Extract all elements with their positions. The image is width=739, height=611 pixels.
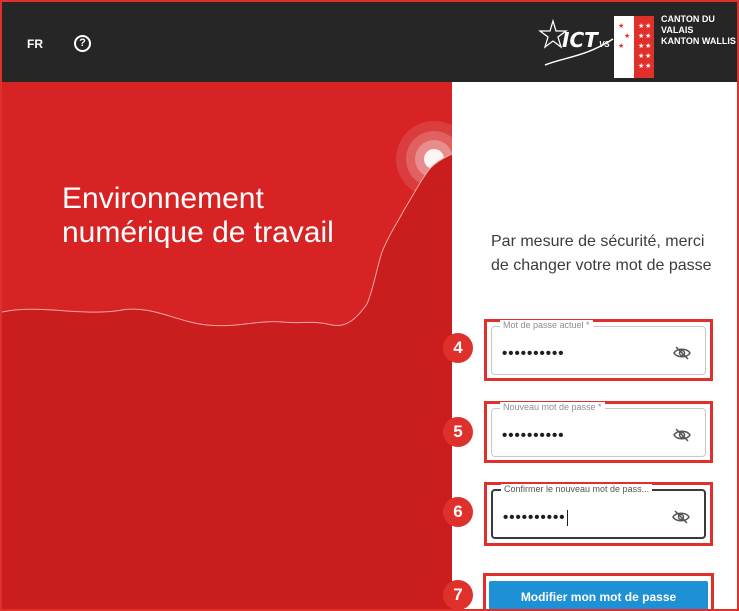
hero-title: Environnement numérique de travail (62, 182, 334, 250)
svg-text:★: ★ (645, 22, 651, 30)
svg-text:★: ★ (624, 32, 630, 40)
step-badge-4: 4 (443, 333, 473, 363)
language-selector[interactable]: FR (27, 37, 43, 51)
new-password-label: Nouveau mot de passe * (500, 402, 605, 412)
svg-text:★: ★ (638, 62, 644, 70)
svg-text:★: ★ (645, 62, 651, 70)
mountain-sun-illustration (2, 121, 452, 609)
confirm-password-dots: •••••••••• (503, 509, 566, 526)
confirm-password-value[interactable]: •••••••••• (503, 509, 568, 527)
text-caret (566, 510, 568, 527)
new-password-field[interactable]: Nouveau mot de passe * •••••••••• (491, 402, 706, 457)
step-badge-7: 7 (443, 580, 473, 609)
svg-text:★: ★ (638, 52, 644, 60)
svg-text:★: ★ (638, 22, 644, 30)
form-intro-text: Par mesure de sécurité, merci de changer… (491, 233, 712, 274)
svg-text:★: ★ (645, 42, 651, 50)
change-password-button[interactable]: Modifier mon mot de passe (489, 581, 708, 609)
svg-text:★: ★ (618, 22, 624, 30)
svg-text:★: ★ (638, 32, 644, 40)
confirm-password-field[interactable]: Confirmer le nouveau mot de pass... ••••… (491, 484, 706, 539)
ict-logo-sub: VS (599, 40, 610, 49)
screenshot-frame: FR ? ICT VS ★ ★ ★ ★ ★ ★ ★ ★ ★ ★ ★ ★ ★ CA… (0, 0, 739, 611)
confirm-password-label: Confirmer le nouveau mot de pass... (501, 484, 653, 494)
valais-flag-icon: ★ ★ ★ ★ ★ ★ ★ ★ ★ ★ ★ ★ ★ (614, 16, 654, 78)
svg-text:★: ★ (638, 42, 644, 50)
help-circle-icon[interactable]: ? (74, 35, 91, 52)
current-password-value[interactable]: •••••••••• (502, 345, 565, 362)
ict-logo-text: ICT (562, 28, 598, 52)
current-password-field[interactable]: Mot de passe actuel * •••••••••• (491, 320, 706, 375)
hero-title-line1: Environnement (62, 182, 264, 215)
canton-name-de: KANTON WALLIS (661, 36, 736, 46)
eye-off-icon[interactable] (673, 346, 691, 360)
step-badge-5: 5 (443, 417, 473, 447)
new-password-value[interactable]: •••••••••• (502, 427, 565, 444)
eye-off-icon[interactable] (672, 510, 690, 524)
eye-off-icon[interactable] (673, 428, 691, 442)
svg-text:★: ★ (618, 42, 624, 50)
hero-panel: Environnement numérique de travail (2, 82, 452, 609)
svg-text:★: ★ (645, 32, 651, 40)
canton-name-fr: CANTON DU VALAIS (661, 14, 715, 35)
current-password-label: Mot de passe actuel * (500, 320, 593, 330)
svg-text:★: ★ (645, 52, 651, 60)
canton-name: CANTON DU VALAIS KANTON WALLIS (661, 14, 737, 47)
step-badge-6: 6 (443, 497, 473, 527)
top-bar: FR ? ICT VS ★ ★ ★ ★ ★ ★ ★ ★ ★ ★ ★ ★ ★ CA… (2, 2, 737, 82)
hero-title-line2: numérique de travail (62, 216, 334, 249)
